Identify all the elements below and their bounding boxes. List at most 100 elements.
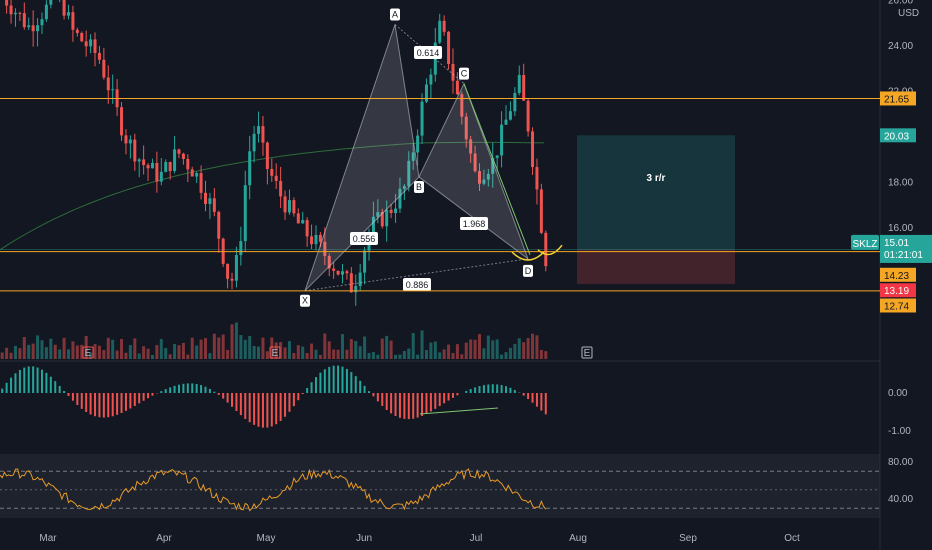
candle-body bbox=[243, 185, 247, 242]
candle-body bbox=[27, 25, 31, 28]
volume-bar bbox=[9, 352, 13, 359]
candle-body bbox=[442, 20, 446, 32]
candle-body bbox=[120, 107, 124, 136]
volume-bar bbox=[451, 352, 455, 359]
volume-bar bbox=[367, 352, 371, 359]
volume-bar bbox=[363, 336, 367, 359]
volume-bar bbox=[358, 346, 362, 359]
macd-axis-label: -1.00 bbox=[888, 426, 911, 437]
candle-body bbox=[522, 75, 526, 101]
volume-bar bbox=[5, 347, 9, 359]
candle-body bbox=[279, 180, 283, 197]
stop-zone[interactable] bbox=[577, 249, 735, 284]
candle-body bbox=[137, 159, 141, 162]
candle-body bbox=[128, 139, 132, 144]
earnings-label: E bbox=[272, 348, 279, 359]
volume-bar bbox=[177, 345, 181, 359]
volume-bar bbox=[58, 349, 62, 359]
volume-bar bbox=[133, 338, 137, 359]
candle-body bbox=[424, 84, 428, 102]
volume-bar bbox=[173, 344, 177, 359]
volume-bar bbox=[376, 354, 380, 359]
volume-bar bbox=[341, 334, 344, 359]
volume-bar bbox=[93, 344, 97, 359]
volume-bar bbox=[137, 353, 141, 359]
volume-bar bbox=[371, 352, 375, 359]
candle-body bbox=[5, 0, 9, 6]
volume-bar bbox=[128, 345, 132, 359]
candle-body bbox=[49, 0, 53, 5]
candle-body bbox=[9, 5, 13, 15]
candle-body bbox=[420, 101, 424, 136]
volume-bar bbox=[327, 341, 331, 359]
candle-body bbox=[305, 220, 309, 237]
volume-bar bbox=[22, 337, 26, 359]
currency-label: USD bbox=[898, 8, 919, 19]
candle-body bbox=[155, 162, 159, 182]
volume-bar bbox=[13, 345, 17, 359]
target-zone[interactable] bbox=[577, 135, 735, 250]
volume-bar bbox=[455, 344, 459, 359]
chart-canvas[interactable]: 3 r/r X A B C D 0.614 0.556 1.968 0.886 E E E Mar Ap… bbox=[0, 0, 932, 550]
candle-body bbox=[102, 59, 106, 78]
volume-bar bbox=[349, 339, 353, 359]
candle-body bbox=[495, 155, 499, 158]
candle-body bbox=[142, 159, 146, 166]
rsi-axis-label: 40.00 bbox=[888, 494, 913, 505]
volume-bar bbox=[389, 340, 393, 359]
candle-body bbox=[217, 211, 221, 239]
pattern-point-label: D bbox=[525, 266, 532, 276]
volume-bar bbox=[62, 337, 66, 359]
volume-bar bbox=[44, 347, 48, 359]
volume-bar bbox=[71, 341, 75, 359]
volume-bar bbox=[460, 354, 464, 359]
candle-body bbox=[181, 153, 185, 159]
volume-bar bbox=[243, 339, 247, 359]
ratio-label: 0.614 bbox=[417, 48, 440, 58]
volume-bar bbox=[336, 349, 340, 359]
candle-body bbox=[195, 173, 199, 177]
volume-bar bbox=[36, 335, 40, 359]
candle-body bbox=[504, 119, 508, 125]
volume-bar bbox=[150, 354, 154, 359]
volume-bar bbox=[292, 352, 296, 359]
volume-bar bbox=[283, 347, 287, 359]
volume-bar bbox=[539, 349, 543, 359]
candle-body bbox=[67, 12, 70, 16]
earnings-label: E bbox=[85, 348, 92, 359]
candle-body bbox=[257, 126, 261, 134]
x-axis-label: May bbox=[257, 533, 276, 544]
x-axis-label: Aug bbox=[569, 533, 587, 544]
volume-bar bbox=[522, 342, 526, 359]
candle-body bbox=[31, 25, 35, 32]
candle-body bbox=[150, 162, 154, 169]
candle-body bbox=[265, 142, 269, 169]
volume-bar bbox=[535, 335, 539, 359]
volume-bar bbox=[398, 354, 402, 359]
candle-body bbox=[84, 41, 88, 47]
candle-body bbox=[296, 213, 300, 224]
candle-body bbox=[239, 241, 243, 256]
volume-bar bbox=[257, 346, 261, 359]
candle-body bbox=[159, 171, 163, 182]
candle-body bbox=[447, 31, 451, 64]
pattern-point-label: X bbox=[302, 296, 308, 306]
volume-bar bbox=[18, 348, 22, 359]
candle-body bbox=[62, 0, 66, 16]
candle-body bbox=[204, 192, 207, 205]
volume-bar bbox=[301, 346, 305, 359]
volume-bar bbox=[195, 345, 199, 359]
volume-bar bbox=[407, 348, 411, 359]
candle-body bbox=[111, 89, 115, 91]
candle-body bbox=[345, 271, 349, 274]
price-axis-label: 18.00 bbox=[888, 178, 913, 189]
candle-body bbox=[287, 200, 291, 213]
volume-bar bbox=[402, 350, 406, 359]
volume-bar bbox=[314, 349, 318, 359]
x-axis-label: Jul bbox=[470, 533, 483, 544]
candle-body bbox=[531, 131, 535, 168]
candle-body bbox=[314, 234, 318, 245]
candle-body bbox=[133, 139, 137, 162]
candle-body bbox=[252, 133, 256, 152]
candle-body bbox=[270, 168, 274, 176]
